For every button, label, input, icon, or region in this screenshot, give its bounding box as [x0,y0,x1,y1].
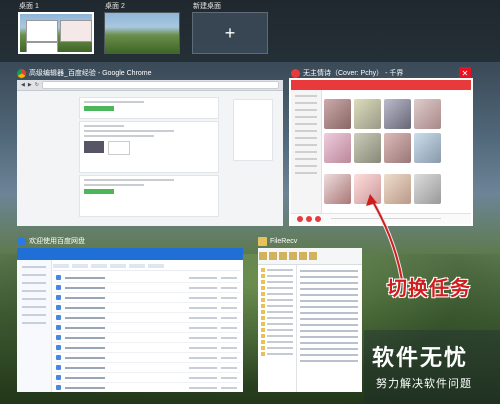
annotation-label: 切换任务 [387,276,471,300]
watermark: 软件无忧 努力解决软件问题 [364,330,500,404]
watermark-title: 软件无忧 [372,346,469,371]
watermark-subtitle: 努力解决软件问题 [376,378,472,390]
